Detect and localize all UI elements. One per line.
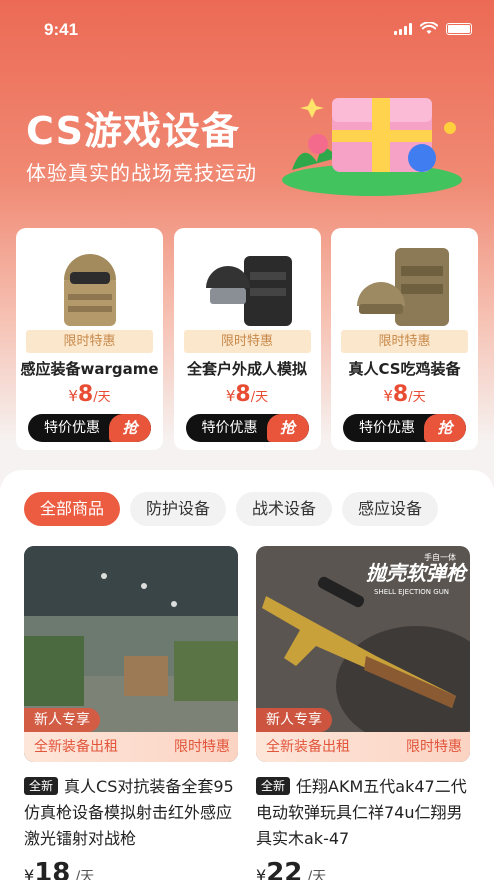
- deal-badge: 限时特惠: [26, 330, 153, 353]
- image-caption-small: SHELL EJECTION GUN: [374, 588, 449, 596]
- promo-right: 限时特惠: [174, 739, 230, 755]
- tab-protective-gear[interactable]: 防护设备: [130, 492, 227, 526]
- image-caption-top: 手自一体: [424, 552, 456, 562]
- promo-right: 限时特惠: [406, 739, 462, 755]
- product-panel: 全部商品 防护设备 战术设备 感应设备 新人专享 全新装备出租 限时特惠 全新真…: [0, 470, 494, 880]
- image-caption: 抛壳软弹枪: [366, 561, 469, 585]
- deal-buy-label: 特价优惠: [44, 420, 100, 436]
- grab-button[interactable]: 抢: [424, 414, 466, 442]
- deal-buy-button[interactable]: 特价优惠 抢: [185, 414, 309, 442]
- promo-strip: 全新装备出租 限时特惠: [24, 732, 238, 762]
- new-badge: 全新: [24, 777, 59, 795]
- gift-box-icon: [282, 98, 462, 196]
- promo-strip: 全新装备出租 限时特惠: [256, 732, 470, 762]
- grab-button[interactable]: 抢: [266, 414, 309, 442]
- deal-badge: 限时特惠: [341, 330, 468, 353]
- tab-sensor-gear[interactable]: 感应设备: [342, 492, 439, 526]
- status-bar: 9:41: [44, 20, 472, 42]
- helmet-vest-image: [205, 256, 292, 326]
- helmet-vest-image: [357, 248, 449, 326]
- product-title[interactable]: 全新 任翔AKM五代ak47二代电动软弹玩具仁祥74u仁翔男具实木ak-47: [256, 774, 470, 854]
- grab-button[interactable]: 抢: [109, 414, 151, 442]
- new-user-tag: 新人专享: [256, 708, 332, 732]
- new-user-tag: 新人专享: [24, 708, 100, 732]
- deal-card[interactable]: 限时特惠 真人CS吃鸡装备 ¥8/天 特价优惠 抢: [331, 228, 478, 450]
- signal-icon: [394, 22, 412, 35]
- helmet-vest-image: [64, 254, 116, 326]
- deal-buy-label: 特价优惠: [201, 420, 258, 436]
- deal-badge: 限时特惠: [183, 330, 311, 353]
- battery-icon: [446, 22, 472, 35]
- promo-left: 全新装备出租: [34, 739, 118, 755]
- page-title: CS游戏设备: [26, 109, 240, 153]
- deal-buy-label: 特价优惠: [359, 420, 415, 436]
- deal-name: 全套户外成人模拟: [186, 360, 307, 378]
- tab-tactical-gear[interactable]: 战术设备: [236, 492, 333, 526]
- product-price: ¥18 /天: [24, 858, 95, 880]
- deal-card[interactable]: 限时特惠 全套户外成人模拟 ¥8/天 特价优惠 抢: [173, 228, 321, 450]
- product-card[interactable]: 新人专享 全新装备出租 限时特惠 全新 真人CS对抗装备全套95仿真枪设备模拟射击…: [24, 546, 238, 880]
- category-tabs: 全部商品 防护设备 战术设备 感应设备: [24, 492, 439, 526]
- deal-price: ¥8/天: [68, 382, 111, 407]
- deal-buy-button[interactable]: 特价优惠 抢: [28, 414, 151, 442]
- deal-card[interactable]: 限时特惠 感应装备wargame ¥8/天 特价优惠 抢: [16, 228, 163, 450]
- wifi-icon: [420, 22, 438, 34]
- tab-all-products[interactable]: 全部商品: [24, 492, 121, 526]
- product-card[interactable]: 抛壳软弹枪 SHELL EJECTION GUN 手自一体 新人专享 全新装备出…: [256, 546, 470, 880]
- status-time: 9:41: [44, 20, 79, 39]
- new-badge: 全新: [256, 777, 291, 795]
- deal-list: 限时特惠 感应装备wargame ¥8/天 特价优惠 抢 限时特惠 全套户外成人…: [16, 228, 478, 450]
- product-price: ¥22 /天: [256, 858, 327, 880]
- deal-buy-button[interactable]: 特价优惠 抢: [343, 414, 466, 442]
- page-subtitle: 体验真实的战场竞技运动: [26, 161, 257, 185]
- deal-name: 真人CS吃鸡装备: [348, 360, 461, 378]
- product-title[interactable]: 全新 真人CS对抗装备全套95仿真枪设备模拟射击红外感应激光镭射对战枪: [24, 774, 238, 854]
- deal-name: 感应装备wargame: [20, 360, 159, 378]
- product-image[interactable]: 新人专享 全新装备出租 限时特惠: [24, 546, 238, 762]
- promo-left: 全新装备出租: [266, 739, 350, 755]
- deal-price: ¥8/天: [225, 382, 269, 407]
- deal-price: ¥8/天: [383, 382, 426, 407]
- product-image[interactable]: 抛壳软弹枪 SHELL EJECTION GUN 手自一体 新人专享 全新装备出…: [256, 546, 470, 762]
